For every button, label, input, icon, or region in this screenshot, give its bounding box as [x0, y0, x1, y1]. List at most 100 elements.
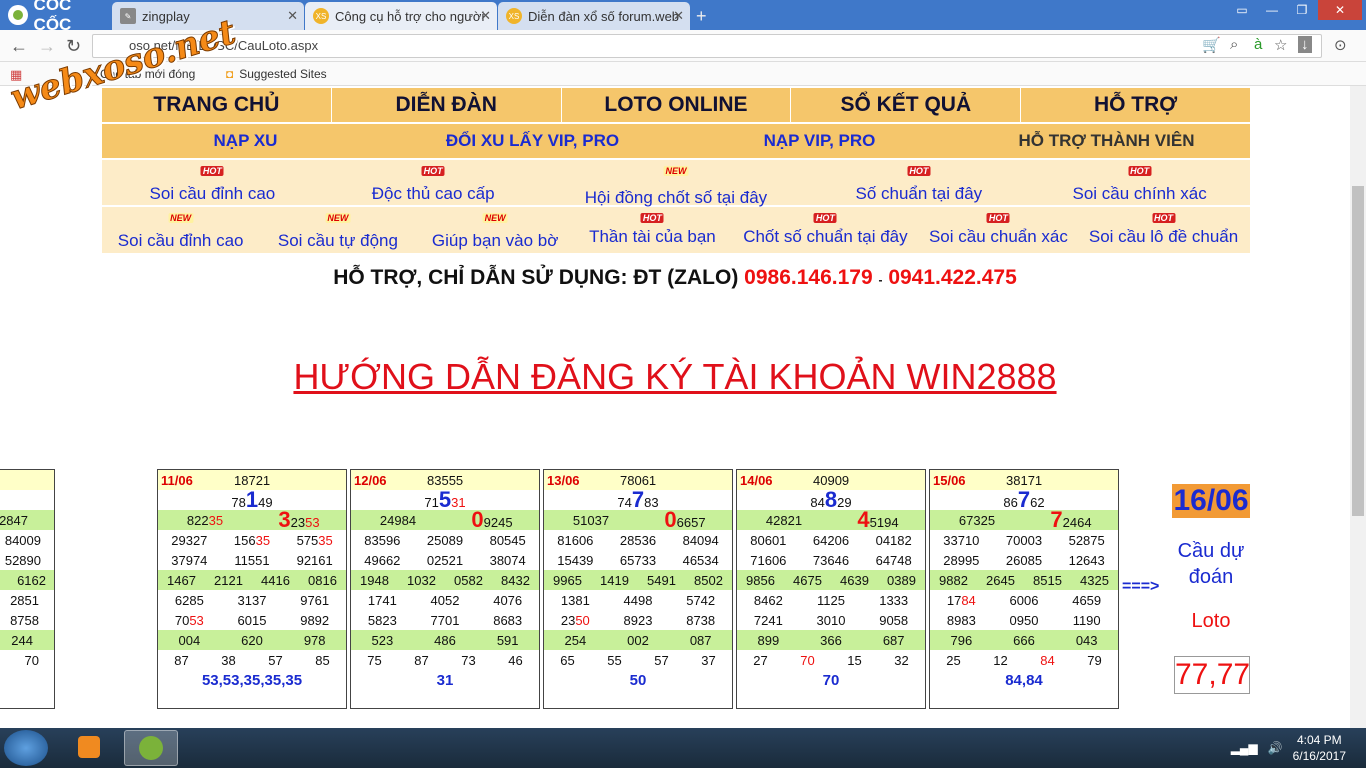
new-badge: NEW [482, 213, 508, 223]
hot-badge: HOT [986, 213, 1010, 223]
tab-dien-dan[interactable]: XS Diễn đàn xổ số forum.web ✕ [498, 2, 690, 30]
cell: 85 [315, 652, 330, 668]
cell: 1419 [600, 572, 629, 588]
hot-badge: HOT [813, 213, 837, 223]
row-g2: 29327 15635 57535 [158, 530, 346, 550]
menu-nap-vip[interactable]: NẠP VIP, PRO [676, 124, 963, 158]
cell: 1125 [817, 592, 845, 608]
maximize-icon[interactable]: ❐ [1290, 0, 1314, 20]
scrollbar-thumb[interactable] [1352, 186, 1364, 516]
close-tab-icon[interactable]: ✕ [287, 8, 298, 24]
hot-badge: HOT [421, 166, 445, 176]
row-g8: 70 [0, 650, 54, 670]
menu-trang-chu[interactable]: TRANG CHỦ [102, 88, 332, 122]
result-loto: 50 [629, 671, 647, 689]
support-phone-1[interactable]: 0986.146.179 [744, 266, 872, 289]
menu-dien-dan[interactable]: DIỄN ĐÀN [332, 88, 562, 122]
row-result: 53,53,35,35,35 [158, 670, 346, 690]
new-tab-icon[interactable]: + [696, 6, 707, 27]
start-button[interactable] [4, 730, 48, 766]
menu-nap-xu[interactable]: NẠP XU [102, 124, 389, 158]
support-phone-2[interactable]: 0941.422.475 [888, 266, 1016, 289]
cell: 2350 [560, 612, 590, 628]
link-chot-so-chuan[interactable]: HOT Chốt số chuẩn tại đây [731, 207, 920, 253]
row-g7: 899 366 687 [737, 630, 925, 650]
forward-icon[interactable]: → [38, 36, 56, 57]
clock-date: 6/16/2017 [1292, 749, 1346, 763]
row-g5: 2851 [0, 590, 54, 610]
media-player-taskbar-icon[interactable] [62, 730, 116, 766]
link-soi-cau-chuan-xac[interactable]: HOT Soi cầu chuẩn xác [920, 207, 1077, 253]
cell: 1741 [367, 592, 397, 608]
cell: 8738 [686, 612, 716, 628]
link-label: Soi cầu chuẩn xác [928, 227, 1068, 246]
translate-icon[interactable]: à [1254, 36, 1262, 53]
cell: 4675 [793, 572, 822, 588]
cell: 9965 [553, 572, 582, 588]
link-hoi-dong[interactable]: NEW Hội đồng chốt số tại đây [544, 160, 809, 207]
cell: 0816 [308, 572, 337, 588]
page-scrollbar[interactable] [1350, 86, 1366, 728]
row-g8: 75 87 73 46 [351, 650, 539, 670]
cell: 55 [607, 652, 622, 668]
cell: 666 [1013, 632, 1035, 648]
cell: 67325 [958, 512, 996, 528]
cell: 37974 [171, 552, 208, 568]
tab-cong-cu[interactable]: XS Công cụ hỗ trợ cho người ✕ [305, 2, 497, 30]
link-soi-cau-dinh-cao-2[interactable]: NEW Soi cầu đỉnh cao [102, 207, 259, 253]
row-g5: 8462 1125 1333 [737, 590, 925, 610]
clock-time: 4:04 PM [1296, 733, 1342, 747]
download-icon[interactable]: ↓ [1298, 36, 1312, 53]
browser-brand[interactable]: CỐC CỐC [0, 0, 112, 34]
link-so-chuan[interactable]: HOT Số chuẩn tại đây [808, 160, 1029, 205]
cell: 81606 [557, 532, 594, 548]
menu-loto-online[interactable]: LOTO ONLINE [562, 88, 792, 122]
menu-doi-xu[interactable]: ĐỔI XU LẤY VIP, PRO [389, 124, 676, 158]
cell: 4325 [1080, 572, 1109, 588]
cell: 38074 [489, 552, 526, 568]
link-doc-thu[interactable]: HOT Độc thủ cao cấp [323, 160, 544, 205]
url-input[interactable]: oso.net/MB/LT/SC/CauLoto.aspx [92, 34, 1322, 58]
cell: 11551 [234, 552, 270, 568]
cell: 7701 [430, 612, 460, 628]
link-giup-ban-vao-bo[interactable]: NEW Giúp bạn vào bờ [417, 207, 574, 253]
links-row-1: HOT Soi cầu đỉnh cao HOT Độc thủ cao cấp N… [102, 160, 1250, 207]
menu-so-ket-qua[interactable]: SỔ KẾT QUẢ [791, 88, 1022, 122]
cart-icon[interactable]: 🛒 [1202, 36, 1221, 54]
link-soi-cau-chinh-xac[interactable]: HOT Soi cầu chính xác [1029, 160, 1250, 205]
volume-icon[interactable]: 🔊 [1268, 741, 1283, 755]
cell: 73 [461, 652, 476, 668]
menu-icon[interactable]: ▭ [1230, 0, 1254, 20]
close-tab-icon[interactable]: ✕ [673, 8, 684, 24]
row-g4: 9856 4675 4639 0389 [737, 570, 925, 590]
cell: 4659 [1072, 592, 1102, 608]
coccoc-taskbar-icon[interactable] [124, 730, 178, 766]
registration-guide-link[interactable]: HƯỚNG DẪN ĐĂNG KÝ TÀI KHOẢN WIN2888 [0, 356, 1350, 398]
link-soi-cau-dinh-cao[interactable]: HOT Soi cầu đỉnh cao [102, 160, 323, 205]
bookmark-star-icon[interactable]: ☆ [1274, 36, 1287, 54]
box-date: 14/06 [740, 472, 773, 488]
menu-ho-tro-thanh-vien[interactable]: HỖ TRỢ THÀNH VIÊN [963, 124, 1250, 158]
reload-icon[interactable]: ↻ [66, 36, 81, 57]
link-soi-cau-lo-de[interactable]: HOT Soi cầu lô đề chuẩn [1077, 207, 1250, 253]
clock[interactable]: 4:04 PM 6/16/2017 [1293, 732, 1346, 764]
zoom-icon[interactable]: ⌕ [1230, 36, 1238, 53]
cell: 64748 [875, 552, 912, 568]
close-window-icon[interactable]: ✕ [1318, 0, 1362, 20]
network-icon[interactable]: ▂▄▆ [1231, 741, 1258, 755]
back-icon[interactable]: ← [10, 36, 28, 57]
row-g1: 42821 4 5194 [737, 507, 925, 532]
result-loto: 70 [822, 671, 840, 689]
settings-icon[interactable]: ⊙ [1334, 36, 1347, 54]
link-soi-cau-tu-dong[interactable]: NEW Soi cầu tự động [259, 207, 416, 253]
close-tab-icon[interactable]: ✕ [480, 8, 491, 24]
minimize-icon[interactable]: — [1260, 0, 1284, 20]
link-than-tai[interactable]: HOT Thần tài của bạn [574, 207, 731, 253]
result-loto: 53,53,35,35,35 [201, 671, 303, 689]
bookmark-suggested-sites[interactable]: ◘ Suggested Sites [226, 67, 327, 81]
cell: 65 [560, 652, 575, 668]
row-g8: 87 38 57 85 [158, 650, 346, 670]
cell: 46 [508, 652, 523, 668]
cell: 12 [993, 652, 1008, 668]
menu-ho-tro[interactable]: HỖ TRỢ [1021, 88, 1250, 122]
